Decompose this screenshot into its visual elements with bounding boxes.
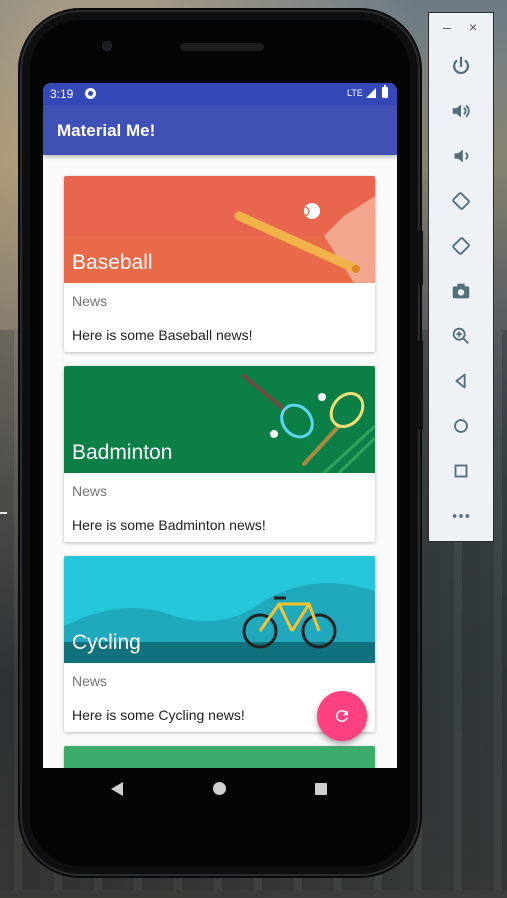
card-title: Baseball [72,251,153,274]
phone-volume-button [418,230,423,286]
more-button[interactable] [446,501,476,531]
screenshot-button[interactable] [446,276,476,306]
overview-icon [454,464,468,478]
emulator-toolbar: – × [428,12,494,542]
close-button[interactable]: × [469,19,477,35]
home-button[interactable] [446,411,476,441]
status-time: 3:19 [50,87,74,101]
card-image-cycling: Cycling [64,556,375,663]
system-nav-bar [43,768,397,810]
card-info: Here is some Baseball news! [72,327,253,343]
volume-down-icon [454,149,469,163]
rotate-right-button[interactable] [446,231,476,261]
home-icon[interactable] [213,782,226,795]
card-image-next [64,746,375,768]
home-icon [454,419,468,433]
card-next[interactable] [64,746,375,768]
power-icon [453,56,469,75]
volume-down-button[interactable] [446,141,476,171]
background-mark [0,512,7,514]
status-bar: 3:19 LTE [43,83,397,105]
card-badminton[interactable]: Badminton News Here is some Badminton ne… [64,366,375,542]
card-baseball[interactable]: Baseball News Here is some Baseball news… [64,176,375,352]
card-info: Here is some Badminton news! [72,517,266,533]
rotate-left-button[interactable] [446,186,476,216]
back-button[interactable] [446,366,476,396]
minimize-button[interactable]: – [443,19,451,35]
zoom-button[interactable] [446,321,476,351]
status-network-label: LTE [347,88,363,98]
card-subtitle: News [72,293,108,309]
card-subtitle: News [72,673,108,689]
recents-icon[interactable] [315,783,327,795]
card-title: Cycling [72,631,141,654]
rotate-left-icon [452,192,470,210]
card-subtitle: News [72,483,108,499]
back-icon[interactable] [111,782,123,796]
refresh-icon [335,710,348,723]
app-title: Material Me! [57,121,156,140]
card-info: Here is some Cycling news! [72,707,245,723]
signal-icon [366,88,376,98]
battery-icon [382,85,388,98]
back-icon [455,373,466,389]
emulator-window-controls: – × [429,13,493,47]
volume-up-icon [452,104,470,118]
device-screen: 3:19 LTE Material Me! Baseball News Here… [43,83,397,768]
front-camera [102,41,112,51]
power-button[interactable] [446,51,476,81]
overview-button[interactable] [446,456,476,486]
app-bar: Material Me! [43,105,397,155]
earpiece-speaker [180,43,264,51]
reset-fab[interactable] [317,691,367,741]
card-title: Badminton [72,441,173,464]
zoom-icon [452,327,469,344]
screenshot-icon [452,283,470,299]
phone-power-button [418,340,423,430]
card-image-baseball: Baseball [64,176,375,283]
more-icon [452,514,470,518]
rotate-right-icon [452,237,470,255]
card-image-badminton: Badminton [64,366,375,473]
volume-up-button[interactable] [446,96,476,126]
status-app-icon [85,88,96,99]
